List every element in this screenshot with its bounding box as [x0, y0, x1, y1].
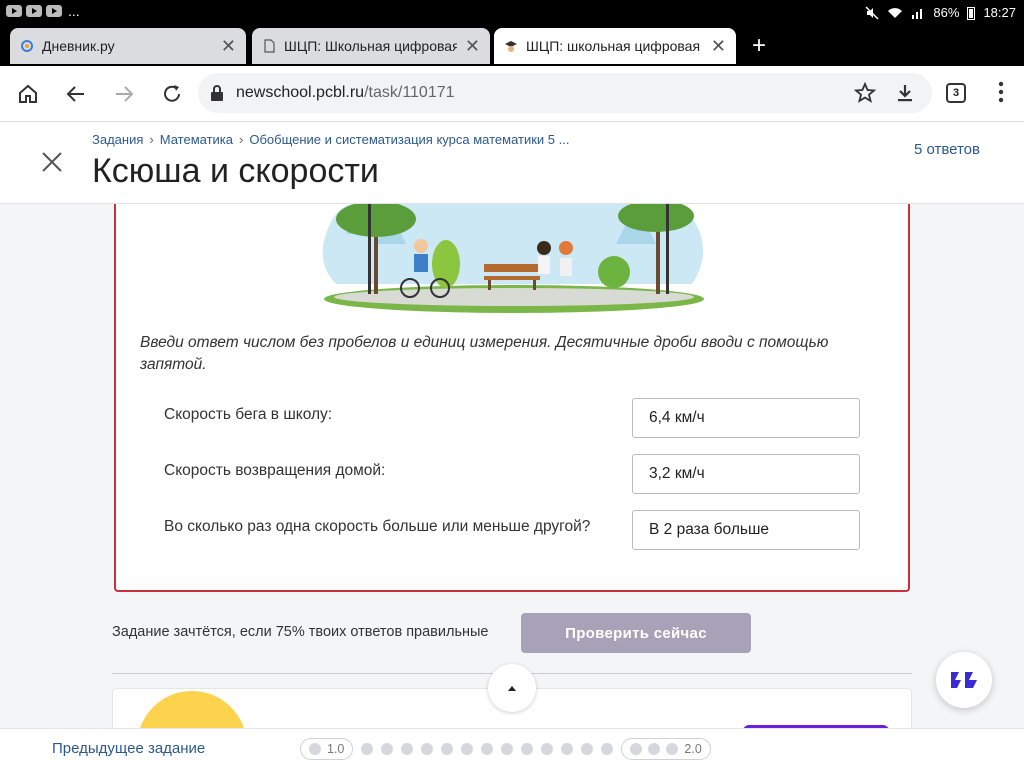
forward-icon[interactable] [110, 80, 138, 108]
signal-icon [912, 8, 923, 19]
home-icon[interactable] [14, 80, 42, 108]
bookmark-star-icon[interactable] [854, 82, 876, 104]
progress-dot[interactable] [581, 743, 594, 755]
breadcrumb-topic[interactable]: Обобщение и систематизация курса математ… [249, 132, 569, 147]
wifi-icon [888, 7, 903, 18]
dnevnik-favicon-icon [21, 40, 33, 52]
battery-icon [967, 6, 976, 20]
caret-up-icon [508, 686, 516, 691]
graduation-cap-favicon-icon [505, 41, 517, 52]
mute-icon [865, 5, 879, 20]
level-end-pill[interactable]: 2.0 [621, 738, 711, 760]
answers-count-link[interactable]: 5 ответов [914, 141, 980, 158]
answer-field-ratio[interactable]: В 2 раза больше [632, 510, 860, 550]
question-row: Скорость возвращения домой: 3,2 км/ч [164, 454, 864, 502]
task-progress-pager: 1.0 2.0 [300, 738, 711, 760]
task-navigation-bar: Предыдущее задание 1.0 2.0 [0, 728, 1024, 768]
close-tab-icon[interactable]: ✕ [711, 36, 726, 57]
breadcrumb-math[interactable]: Математика [160, 132, 233, 147]
address-bar[interactable]: newschool.pcbl.ru/task/110171 [198, 73, 932, 113]
clock: 18:27 [983, 5, 1016, 20]
tab-dnevnik[interactable]: Дневник.ру ✕ [10, 28, 246, 64]
answer-field-return-speed[interactable]: 3,2 км/ч [632, 454, 860, 494]
tab-school-active[interactable]: ШЦП: школьная цифровая ✕ [494, 28, 736, 64]
browser-toolbar: newschool.pcbl.ru/task/110171 3 [0, 66, 1024, 122]
tab-switcher-button[interactable]: 3 [946, 83, 966, 103]
question-row: Скорость бега в школу: 6,4 км/ч [164, 398, 864, 446]
task-header: Задания › Математика › Обобщение и систе… [0, 122, 1024, 204]
question-row: Во сколько раз одна скорость больше или … [164, 510, 864, 558]
park-illustration [322, 204, 704, 313]
progress-dot[interactable] [361, 743, 374, 755]
tab-title: Дневник.ру [42, 38, 115, 54]
task-instruction: Введи ответ числом без пробелов и единиц… [140, 334, 829, 373]
url-domain: newschool.pcbl.ru [236, 84, 365, 101]
tab-strip: Дневник.ру ✕ ШЦП: Школьная цифровая ✕ ШЦ… [0, 26, 1024, 66]
task-card: Введи ответ числом без пробелов и единиц… [114, 204, 910, 592]
page-favicon-icon [264, 39, 275, 53]
progress-dot [309, 743, 321, 755]
progress-dot [648, 743, 661, 755]
scroll-up-button[interactable] [488, 664, 536, 712]
more-notifications: ... [68, 3, 80, 19]
progress-dot[interactable] [421, 743, 434, 755]
battery-level: 86% [933, 5, 960, 20]
lock-icon[interactable] [210, 85, 224, 101]
progress-dot[interactable] [481, 743, 494, 755]
back-icon[interactable] [62, 80, 90, 108]
progress-dot [666, 743, 679, 755]
youtube-notification-icon [46, 5, 62, 17]
close-task-icon[interactable] [40, 150, 64, 179]
status-bar: ... 86% 18:27 [0, 0, 1024, 26]
progress-dot[interactable] [561, 743, 574, 755]
progress-dot[interactable] [401, 743, 414, 755]
progress-dot[interactable] [441, 743, 454, 755]
page-title: Ксюша и скорости [92, 152, 379, 190]
progress-dot[interactable] [501, 743, 514, 755]
tab-title: ШЦП: школьная цифровая [526, 38, 701, 54]
download-icon[interactable] [894, 82, 916, 104]
tab-school-1[interactable]: ШЦП: Школьная цифровая ✕ [252, 28, 490, 64]
breadcrumb-separator: › [239, 132, 244, 147]
chat-logo-icon [951, 672, 977, 688]
question-label: Скорость возвращения домой: [164, 462, 386, 479]
level-end-label: 2.0 [684, 742, 702, 756]
close-tab-icon[interactable]: ✕ [465, 36, 480, 57]
level-start-pill[interactable]: 1.0 [300, 738, 354, 760]
overflow-menu-icon[interactable] [996, 80, 1006, 109]
chat-support-button[interactable] [936, 652, 992, 708]
progress-dot[interactable] [601, 743, 614, 755]
breadcrumb-tasks[interactable]: Задания [92, 132, 143, 147]
close-tab-icon[interactable]: ✕ [221, 36, 236, 57]
breadcrumb-separator: › [149, 132, 154, 147]
youtube-notification-icon [26, 5, 42, 17]
level-start-label: 1.0 [327, 742, 345, 756]
new-tab-button[interactable]: + [752, 34, 766, 58]
url-text[interactable]: newschool.pcbl.ru/task/110171 [236, 84, 455, 102]
progress-dot[interactable] [461, 743, 474, 755]
reload-icon[interactable] [158, 80, 186, 108]
check-now-button[interactable]: Проверить сейчас [521, 613, 751, 653]
answer-field-run-speed[interactable]: 6,4 км/ч [632, 398, 860, 438]
tab-title: ШЦП: Школьная цифровая [284, 38, 457, 54]
previous-task-link[interactable]: Предыдущее задание [52, 740, 205, 757]
question-label: Во сколько раз одна скорость больше или … [164, 518, 591, 535]
breadcrumb: Задания › Математика › Обобщение и систе… [92, 132, 569, 147]
progress-dot[interactable] [381, 743, 394, 755]
question-label: Скорость бега в школу: [164, 406, 333, 423]
progress-dot[interactable] [521, 743, 534, 755]
url-path: /task/110171 [364, 84, 455, 101]
progress-dot[interactable] [541, 743, 554, 755]
pass-criteria-text: Задание зачтётся, если 75% твоих ответов… [112, 624, 489, 640]
youtube-notification-icon [6, 5, 22, 17]
progress-dot [630, 743, 643, 755]
